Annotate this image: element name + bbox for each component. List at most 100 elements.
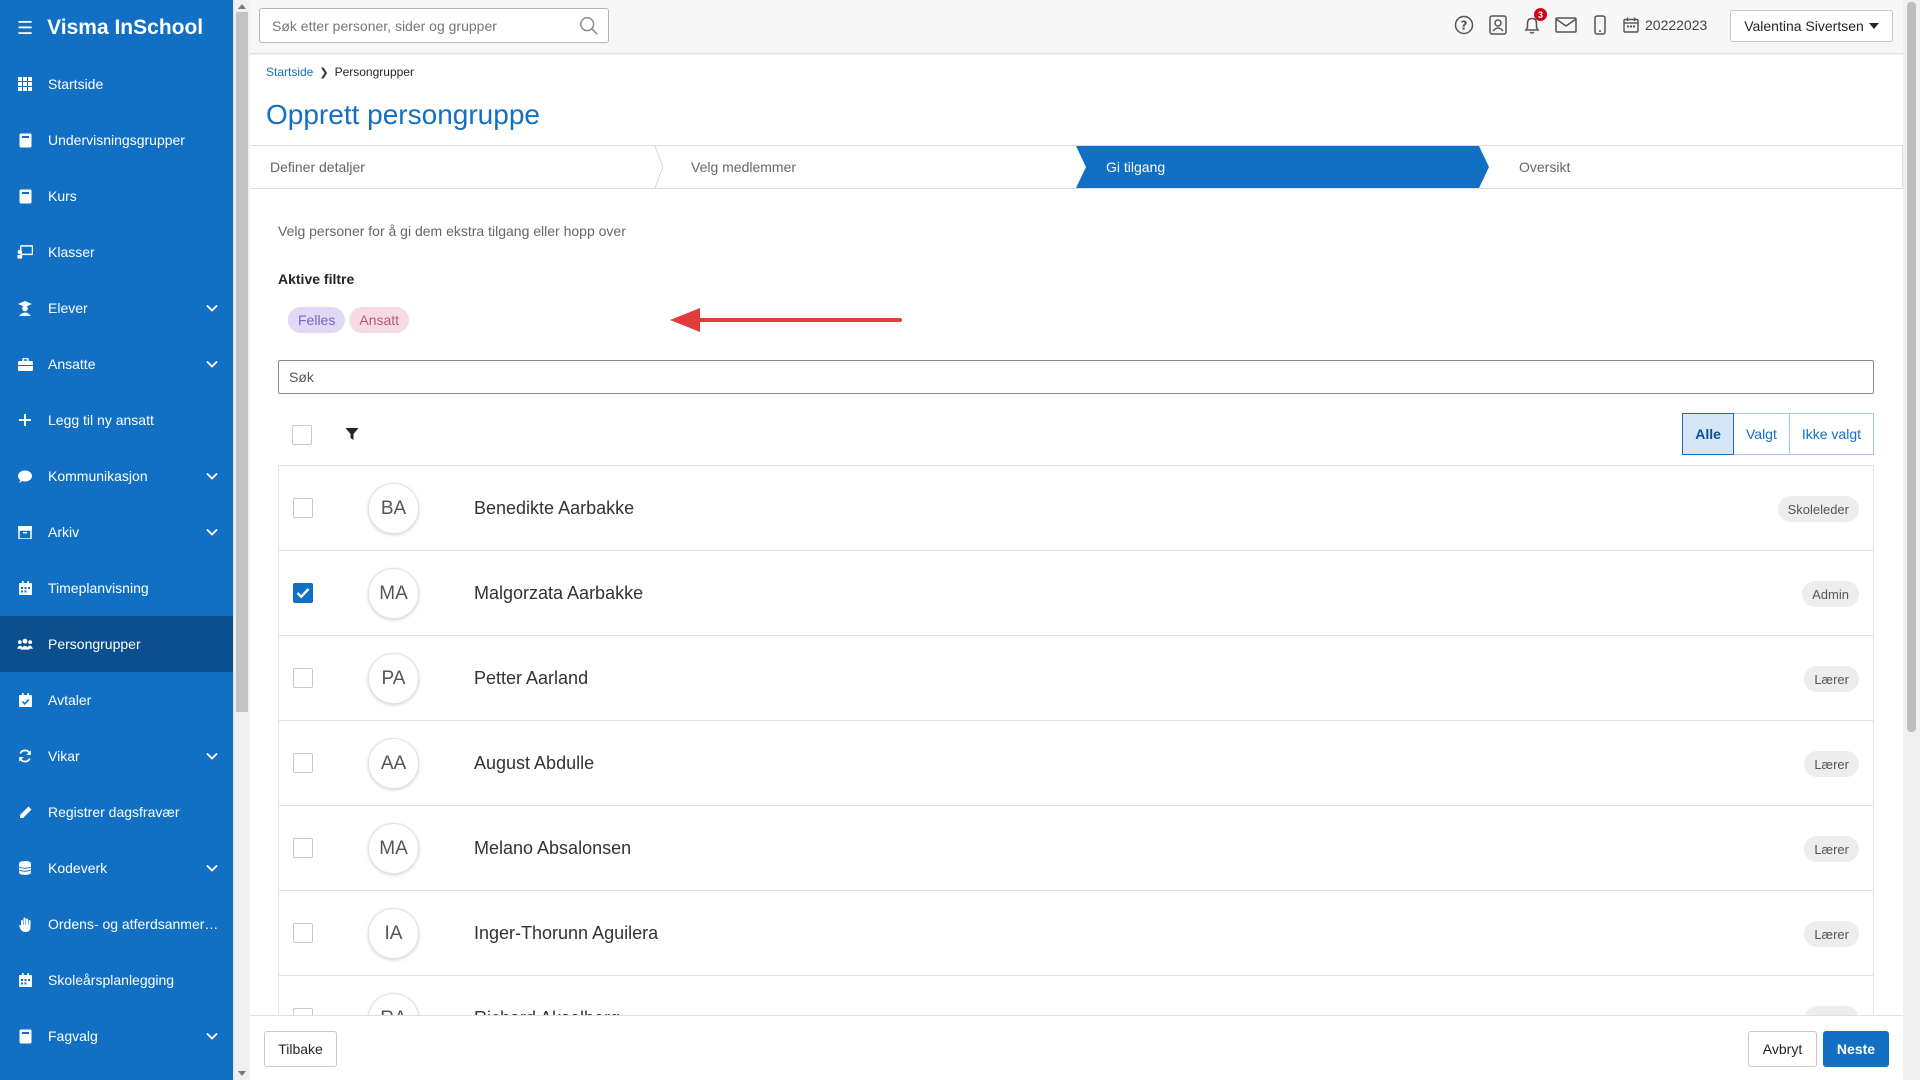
person-row[interactable]: MA Melano Absalonsen Lærer: [279, 806, 1873, 891]
user-menu-button[interactable]: Valentina Sivertsen: [1730, 10, 1893, 42]
caret-down-icon: [1868, 23, 1879, 29]
sidebar-scrollbar[interactable]: [233, 0, 250, 1080]
person-name: Benedikte Aarbakke: [474, 498, 635, 518]
menu-icon[interactable]: ☰: [17, 18, 33, 39]
breadcrumb-home-link[interactable]: Startside: [266, 65, 313, 79]
brand[interactable]: ☰ Visma InSchool: [0, 0, 233, 56]
calendar-icon: [17, 972, 33, 988]
avatar: BA: [368, 483, 419, 534]
filter-chip-felles[interactable]: Felles: [288, 307, 346, 333]
segment-ikke-valgt-button[interactable]: Ikke valgt: [1788, 413, 1874, 455]
page-scrollbar[interactable]: [1903, 0, 1920, 1080]
users-icon: [17, 636, 33, 652]
sidebar-item-ordens-og-atferdsanmerk[interactable]: Ordens- og atferdsanmerk...: [0, 896, 233, 952]
sidebar-item-skolearsplanlegging[interactable]: Skoleårsplanlegging: [0, 952, 233, 1008]
sidebar-item-startside[interactable]: Startside: [0, 56, 233, 112]
chevron-down-icon: [205, 861, 219, 875]
person-checkbox[interactable]: [293, 668, 313, 688]
mobile-icon[interactable]: [1589, 13, 1611, 37]
sidebar-item-kurs[interactable]: Kurs: [0, 168, 233, 224]
active-filters-label: Aktive filtre: [278, 271, 355, 287]
step-label: Definer detaljer: [270, 159, 365, 175]
sidebar: ☰ Visma InSchool Startside Undervisningsg…: [0, 0, 233, 1080]
next-button[interactable]: Neste: [1823, 1031, 1889, 1067]
person-checkbox[interactable]: [293, 923, 313, 943]
sidebar-item-label: Timeplanvisning: [48, 580, 149, 596]
help-icon[interactable]: ?: [1453, 13, 1475, 37]
active-filters: Felles Ansatt: [288, 307, 413, 333]
sidebar-item-label: Kurs: [48, 188, 77, 204]
role-badge: Lærer: [1804, 751, 1859, 777]
sidebar-item-vikar[interactable]: Vikar: [0, 728, 233, 784]
person-row[interactable]: BA Benedikte Aarbakke Skoleleder: [279, 466, 1873, 551]
sidebar-item-persongrupper[interactable]: Persongrupper: [0, 616, 233, 672]
chevron-right-icon: ❯: [319, 66, 329, 79]
top-icons: ? 3 20222023: [1453, 8, 1707, 37]
chevron-down-icon: [205, 1029, 219, 1043]
person-row[interactable]: PA Petter Aarland Lærer: [279, 636, 1873, 721]
person-name: August Abdulle: [474, 753, 595, 773]
filter-chip-ansatt[interactable]: Ansatt: [349, 307, 410, 333]
person-row[interactable]: AA August Abdulle Lærer: [279, 721, 1873, 806]
filter-icon[interactable]: [345, 427, 359, 441]
step-1[interactable]: Definer detaljer: [250, 146, 663, 188]
segment-alle-button[interactable]: Alle: [1682, 413, 1734, 455]
person-row[interactable]: MA Malgorzata Aarbakke Admin: [279, 551, 1873, 636]
sidebar-item-avtaler[interactable]: Avtaler: [0, 672, 233, 728]
person-row[interactable]: RA Richard Akselberg Lærer: [279, 976, 1873, 1015]
person-checkbox[interactable]: [293, 1008, 313, 1015]
archive-icon: [17, 524, 33, 540]
svg-text:?: ?: [1461, 19, 1468, 33]
role-badge: Lærer: [1804, 1006, 1859, 1015]
search-icon[interactable]: [578, 15, 600, 37]
sidebar-item-kommunikasjon[interactable]: Kommunikasjon: [0, 448, 233, 504]
sidebar-item-label: Vikar: [48, 748, 80, 764]
selection-filter: Alle Valgt Ikke valgt: [1682, 413, 1874, 455]
page-scrollbar-thumb[interactable]: [1907, 2, 1916, 732]
topbar: ? 3 20222023 Valentina Sivertsen: [250, 0, 1903, 54]
sidebar-item-registrer-dagsfrav-r[interactable]: Registrer dagsfravær: [0, 784, 233, 840]
step-4[interactable]: Oversikt: [1489, 146, 1901, 188]
sidebar-item-legg-til-ny-ansatt[interactable]: Legg til ny ansatt: [0, 392, 233, 448]
person-checkbox[interactable]: [293, 583, 313, 603]
sidebar-item-undervisningsgrupper[interactable]: Undervisningsgrupper: [0, 112, 233, 168]
global-search-input[interactable]: [272, 17, 578, 34]
chevron-down-icon: [205, 469, 219, 483]
sidebar-item-arkiv[interactable]: Arkiv: [0, 504, 233, 560]
sidebar-item-kodeverk[interactable]: Kodeverk: [0, 840, 233, 896]
step-2[interactable]: Velg medlemmer: [663, 146, 1076, 188]
bell-icon[interactable]: 3: [1521, 8, 1547, 37]
step-3[interactable]: Gi tilgang: [1076, 146, 1489, 188]
people-list: BA Benedikte Aarbakke Skoleleder MA Malgorza…: [278, 465, 1874, 1015]
scroll-up-icon[interactable]: [238, 4, 246, 9]
chevron-down-icon: [205, 301, 219, 315]
person-row[interactable]: IA Inger-Thorunn Aguilera Lærer: [279, 891, 1873, 976]
person-checkbox[interactable]: [293, 498, 313, 518]
person-name: Melano Absalonsen: [474, 838, 632, 858]
role-badge: Lærer: [1804, 666, 1859, 692]
global-search[interactable]: [259, 8, 609, 43]
sidebar-item-fagvalg[interactable]: Fagvalg: [0, 1008, 233, 1064]
back-button[interactable]: Tilbake: [264, 1031, 337, 1067]
list-search-field[interactable]: [278, 360, 1874, 394]
mail-icon[interactable]: [1555, 13, 1577, 37]
school-year-selector[interactable]: 20222023: [1623, 17, 1707, 33]
person-checkbox[interactable]: [293, 838, 313, 858]
sidebar-item-timeplanvisning[interactable]: Timeplanvisning: [0, 560, 233, 616]
pencil-icon: [17, 804, 33, 820]
person-name: Inger-Thorunn Aguilera: [474, 923, 659, 943]
sidebar-item-klasser[interactable]: Klasser: [0, 224, 233, 280]
select-all-checkbox[interactable]: [292, 425, 312, 445]
scroll-down-icon[interactable]: [238, 1071, 246, 1076]
chevron-down-icon: [205, 525, 219, 539]
person-checkbox[interactable]: [293, 753, 313, 773]
list-search-input[interactable]: [289, 369, 1873, 385]
cancel-button[interactable]: Avbryt: [1748, 1031, 1817, 1067]
avatar: MA: [368, 568, 419, 619]
avatar: AA: [368, 738, 419, 789]
contact-card-icon[interactable]: [1487, 13, 1509, 37]
sidebar-item-elever[interactable]: Elever: [0, 280, 233, 336]
sidebar-item-ansatte[interactable]: Ansatte: [0, 336, 233, 392]
scrollbar-thumb[interactable]: [236, 12, 248, 712]
segment-valgt-button[interactable]: Valgt: [1732, 413, 1790, 455]
